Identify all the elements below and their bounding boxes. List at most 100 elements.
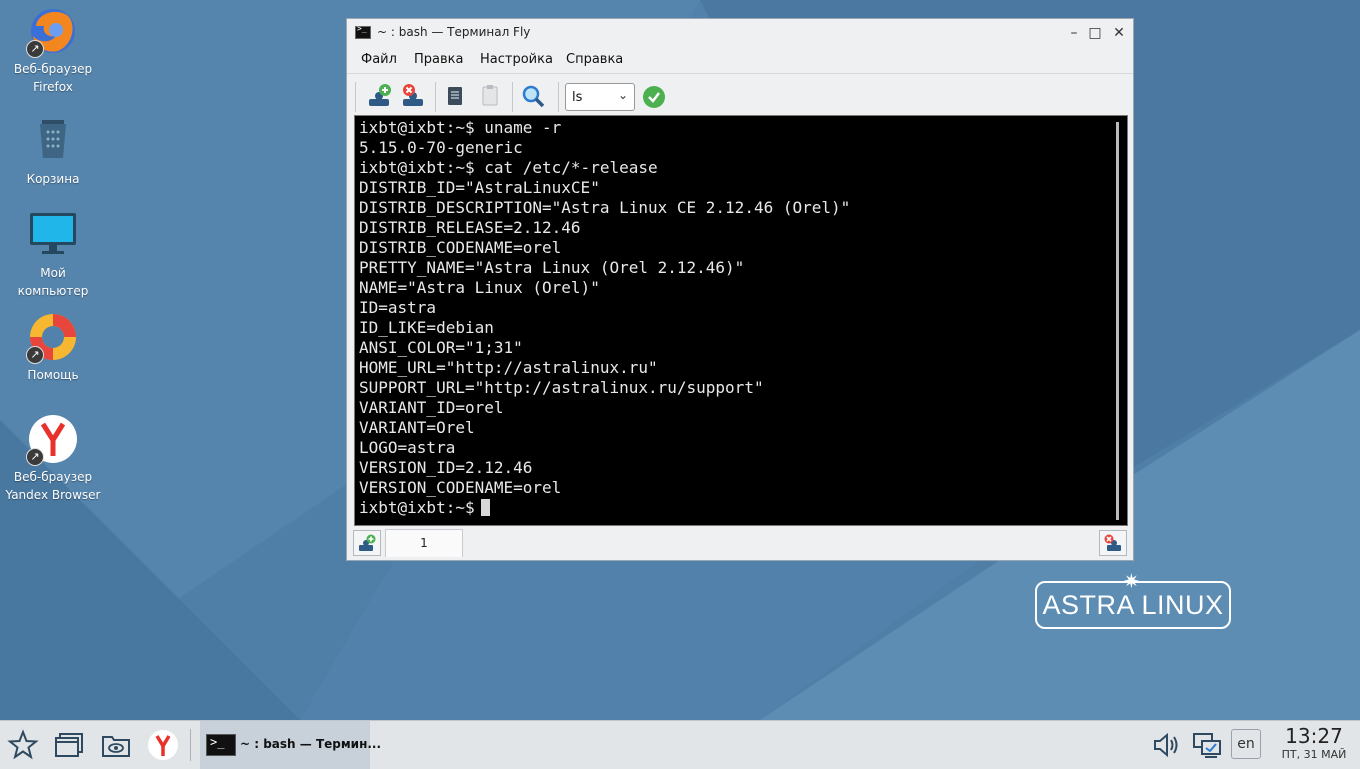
folder-eye-icon bbox=[102, 736, 130, 757]
terminal-window: ~ : bash — Терминал Fly – □ ✕ Файл Правк… bbox=[346, 18, 1134, 561]
menu-settings[interactable]: Настройка bbox=[480, 52, 553, 67]
yandex-browser-launcher[interactable] bbox=[147, 729, 179, 761]
paste-icon bbox=[482, 85, 498, 106]
windows-icon bbox=[55, 733, 83, 757]
network-button[interactable] bbox=[1191, 729, 1223, 761]
chevron-down-icon: ⌄ bbox=[617, 88, 628, 102]
toolbar-separator bbox=[355, 82, 356, 112]
terminal-cursor bbox=[480, 499, 490, 516]
desktop-icon-firefox[interactable]: ↗ Веб-браузер Firefox bbox=[0, 6, 106, 96]
keyboard-layout-indicator[interactable]: en bbox=[1231, 729, 1261, 759]
menu-bar: Файл Правка Настройка Справка bbox=[347, 47, 1133, 74]
minimize-button[interactable]: – bbox=[1064, 23, 1084, 43]
add-user-icon bbox=[369, 84, 391, 106]
terminal-icon bbox=[355, 24, 371, 39]
desktop-icon-my-computer[interactable]: Мой компьютер bbox=[0, 210, 106, 300]
maximize-button[interactable]: □ bbox=[1085, 23, 1105, 43]
volume-button[interactable] bbox=[1150, 729, 1182, 761]
terminal-scrollbar[interactable] bbox=[1116, 122, 1119, 520]
terminal-prompt-line: ixbt@ixbt:~$ bbox=[359, 498, 850, 518]
menu-help[interactable]: Справка bbox=[566, 52, 623, 67]
trash-icon bbox=[28, 116, 78, 166]
close-tab-button[interactable] bbox=[1099, 530, 1127, 556]
terminal-line: HOME_URL="http://astralinux.ru" bbox=[359, 358, 658, 377]
copy-button[interactable] bbox=[441, 82, 469, 110]
window-titlebar[interactable]: ~ : bash — Терминал Fly – □ ✕ bbox=[347, 19, 1133, 47]
shortcut-arrow-icon: ↗ bbox=[26, 40, 44, 58]
desktop-icon-label: Мой компьютер bbox=[17, 266, 89, 298]
run-command-button[interactable] bbox=[643, 86, 665, 108]
search-icon bbox=[522, 85, 545, 108]
taskbar-terminal-button[interactable]: ~ : bash — Термин... bbox=[200, 721, 381, 769]
taskbar-separator bbox=[190, 729, 191, 761]
menu-file[interactable]: Файл bbox=[361, 52, 397, 67]
shortcut-arrow-icon: ↗ bbox=[26, 448, 44, 466]
clock-date[interactable]: ПТ, 31 МАЙ bbox=[1272, 748, 1356, 761]
desktop-icon-trash[interactable]: Корзина bbox=[0, 116, 106, 188]
terminal-line: DISTRIB_RELEASE=2.12.46 bbox=[359, 218, 581, 237]
command-select[interactable]: ls ⌄ bbox=[565, 83, 635, 111]
toolbar-separator bbox=[558, 82, 559, 112]
tab-bar: 1 bbox=[347, 527, 1133, 560]
close-tab-icon bbox=[1104, 534, 1121, 551]
terminal-line: DISTRIB_ID="AstraLinuxCE" bbox=[359, 178, 600, 197]
tab-label: 1 bbox=[420, 536, 428, 550]
add-tab-icon bbox=[359, 534, 376, 551]
star-icon bbox=[7, 729, 39, 760]
file-manager-button[interactable] bbox=[100, 729, 132, 761]
terminal-line: ID_LIKE=debian bbox=[359, 318, 494, 337]
yandex-icon: ↗ bbox=[26, 414, 78, 466]
terminal-prompt: ixbt@ixbt:~$ bbox=[359, 498, 475, 517]
window-title: ~ : bash — Терминал Fly bbox=[377, 25, 531, 39]
show-windows-button[interactable] bbox=[53, 729, 85, 761]
desktop-icon-yandex-browser[interactable]: ↗ Веб-браузер Yandex Browser bbox=[0, 414, 106, 504]
search-button[interactable] bbox=[519, 82, 547, 110]
clock-time[interactable]: 13:27 bbox=[1272, 724, 1356, 748]
astra-linux-logo: ASTRA LINUX bbox=[1035, 581, 1231, 629]
command-select-value: ls bbox=[572, 90, 583, 105]
terminal-line: LOGO=astra bbox=[359, 438, 456, 457]
monitor-icon bbox=[28, 210, 78, 260]
copy-icon bbox=[448, 87, 462, 105]
terminal-line: DISTRIB_CODENAME=orel bbox=[359, 238, 562, 257]
shortcut-arrow-icon: ↗ bbox=[26, 346, 44, 364]
terminal-icon bbox=[206, 734, 236, 756]
desktop-icon-label: Веб-браузер Yandex Browser bbox=[5, 470, 101, 502]
yandex-icon bbox=[148, 730, 178, 760]
desktop-icon-help[interactable]: ↗ Помощь bbox=[0, 312, 106, 384]
desktop-icon-label: Корзина bbox=[26, 172, 80, 186]
terminal-line: VARIANT=Orel bbox=[359, 418, 475, 437]
menu-edit[interactable]: Правка bbox=[414, 52, 463, 67]
lifebuoy-icon: ↗ bbox=[26, 312, 78, 364]
remove-user-icon bbox=[403, 84, 423, 106]
checkmark-icon bbox=[648, 92, 660, 103]
new-tab-button[interactable] bbox=[353, 530, 381, 556]
paste-button[interactable] bbox=[476, 82, 504, 110]
terminal-line: ANSI_COLOR="1;31" bbox=[359, 338, 523, 357]
desktop-icon-label: Помощь bbox=[27, 368, 79, 382]
terminal-line: VERSION_ID=2.12.46 bbox=[359, 458, 533, 477]
firefox-icon: ↗ bbox=[26, 6, 78, 58]
speaker-icon bbox=[1154, 732, 1178, 758]
close-session-button[interactable] bbox=[399, 82, 427, 110]
taskbar-terminal-label: ~ : bash — Термин... bbox=[240, 737, 382, 751]
taskbar: ~ : bash — Термин... en 13:27 ПТ, 31 МАЙ bbox=[0, 720, 1360, 769]
terminal-line: SUPPORT_URL="http://astralinux.ru/suppor… bbox=[359, 378, 764, 397]
toolbar-separator bbox=[435, 82, 436, 112]
terminal-line: ID=astra bbox=[359, 298, 437, 317]
network-icon bbox=[1193, 733, 1221, 758]
terminal-line: VARIANT_ID=orel bbox=[359, 398, 504, 417]
desktop-icon-label: Веб-браузер Firefox bbox=[13, 62, 93, 94]
start-menu-button[interactable] bbox=[7, 729, 39, 761]
terminal-line: DISTRIB_DESCRIPTION="Astra Linux CE 2.12… bbox=[359, 198, 851, 217]
terminal-line: ixbt@ixbt:~$ uname -r bbox=[359, 118, 562, 137]
terminal-line: 5.15.0-70-generic bbox=[359, 138, 523, 157]
toolbar-separator bbox=[512, 82, 513, 112]
toolbar: ls ⌄ bbox=[347, 74, 1133, 116]
tab-1[interactable]: 1 bbox=[385, 529, 463, 557]
terminal-output[interactable]: ixbt@ixbt:~$ uname -r 5.15.0-70-generic ix… bbox=[354, 115, 1128, 526]
terminal-line: VERSION_CODENAME=orel bbox=[359, 478, 562, 497]
terminal-line: PRETTY_NAME="Astra Linux (Orel 2.12.46)" bbox=[359, 258, 745, 277]
close-button[interactable]: ✕ bbox=[1109, 23, 1129, 43]
new-session-button[interactable] bbox=[365, 82, 393, 110]
